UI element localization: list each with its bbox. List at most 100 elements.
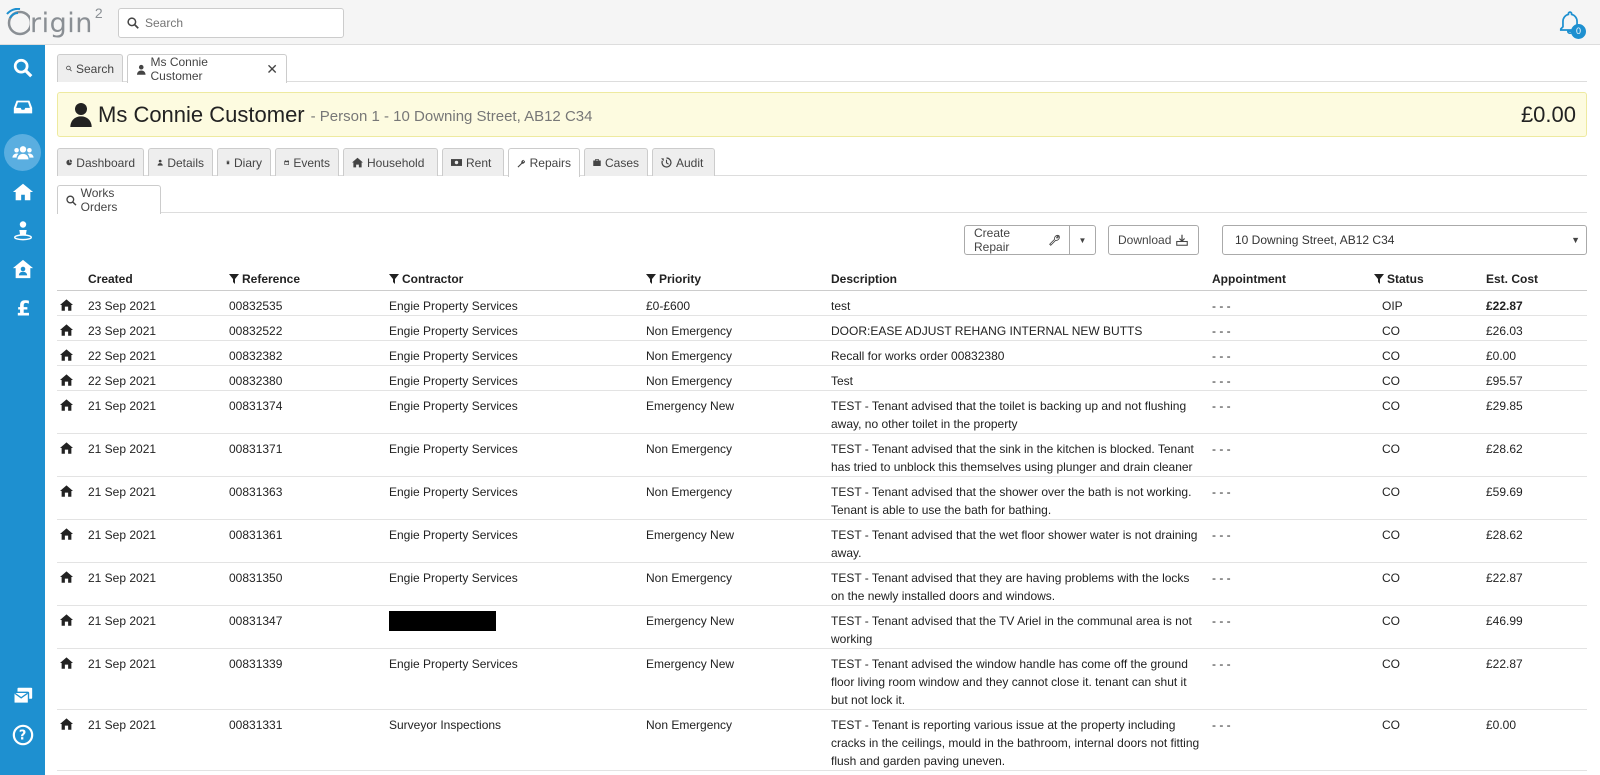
home-icon (60, 324, 73, 336)
column-contractor[interactable]: Contractor (389, 272, 463, 286)
sidebar-item-properties[interactable] (4, 173, 41, 210)
contractor-cell: Engie Property Services (389, 374, 518, 388)
create-repair-dropdown-button[interactable]: ▼ (1069, 225, 1096, 255)
property-link-icon[interactable] (60, 348, 73, 366)
tab-works-orders[interactable]: Works Orders (57, 185, 161, 214)
table-row[interactable]: 21 Sep 2021 00831339 Engie Property Servic… (57, 649, 1587, 710)
sidebar-item-inbox[interactable] (4, 88, 41, 125)
tab-label: Diary (233, 155, 262, 170)
customer-balance: £0.00 (1520, 101, 1576, 127)
sidebar-item-search[interactable] (4, 49, 41, 86)
sidebar-item-tenancies[interactable] (4, 250, 41, 287)
address-select[interactable]: 10 Downing Street, AB12 C34 ▼ (1222, 225, 1587, 255)
tab-label: Works Orders (80, 186, 118, 214)
contractor-cell: Engie Property Services (389, 528, 518, 542)
close-icon[interactable]: ✕ (266, 61, 278, 78)
property-link-icon[interactable] (60, 613, 73, 631)
tab-customer-record[interactable]: Ms Connie Customer ✕ (127, 54, 287, 83)
table-row[interactable]: 21 Sep 2021 00831350 Engie Property Servic… (57, 563, 1587, 606)
table-row[interactable]: 22 Sep 2021 00832382 Engie Property Servic… (57, 341, 1587, 366)
property-link-icon[interactable] (60, 398, 73, 416)
tab-label: Search (75, 61, 114, 76)
table-row[interactable]: 21 Sep 2021 00831331 Surveyor Inspections N… (57, 710, 1587, 771)
column-created[interactable]: Created (88, 272, 133, 286)
create-repair-button[interactable]: Create Repair (964, 225, 1070, 255)
filter-icon (229, 274, 239, 284)
sidebar-item-customers[interactable] (4, 134, 41, 171)
tab-events[interactable]: Events (275, 148, 339, 176)
column-label: Created (88, 272, 133, 286)
property-link-icon[interactable] (60, 656, 73, 674)
table-row[interactable]: 23 Sep 2021 00832535 Engie Property Servic… (57, 291, 1587, 316)
description-cell: TEST - Tenant advised the window handle … (831, 657, 1188, 707)
table-row[interactable]: 21 Sep 2021 00831361 Engie Property Servic… (57, 520, 1587, 563)
table-row[interactable]: 21 Sep 2021 00831347 Emergency New TEST - T… (57, 606, 1587, 649)
reference-cell: 00831371 (229, 442, 283, 456)
app-logo[interactable]: rigin 2 (4, 5, 103, 40)
sidebar-item-finance[interactable]: £ (4, 289, 41, 326)
est-cost-cell: £28.62 (1486, 442, 1523, 456)
sidebar-nav: £ ? (0, 45, 45, 775)
top-bar: rigin 2 0 (0, 0, 1600, 45)
sidebar-item-contacts[interactable] (4, 211, 41, 248)
tab-rent[interactable]: Rent (442, 148, 504, 176)
property-link-icon[interactable] (60, 527, 73, 545)
created-cell: 22 Sep 2021 (88, 349, 157, 363)
table-row[interactable]: 21 Sep 2021 00831374 Engie Property Servic… (57, 391, 1587, 434)
table-row[interactable]: 23 Sep 2021 00832522 Engie Property Servic… (57, 316, 1587, 341)
property-link-icon[interactable] (60, 570, 73, 588)
filter-icon (1374, 274, 1384, 284)
column-description[interactable]: Description (831, 272, 897, 286)
home-icon (352, 157, 363, 168)
column-est-cost[interactable]: Est. Cost (1486, 272, 1538, 286)
property-link-icon[interactable] (60, 373, 73, 391)
sidebar-item-help[interactable]: ? (4, 716, 41, 753)
tab-cases[interactable]: Cases (584, 148, 648, 176)
table-row[interactable]: 22 Sep 2021 00832380 Engie Property Servic… (57, 366, 1587, 391)
property-link-icon[interactable] (60, 323, 73, 341)
sidebar-item-messages[interactable] (4, 677, 41, 714)
tab-search[interactable]: Search (57, 54, 123, 82)
user-icon (157, 159, 163, 166)
table-row[interactable]: 21 Sep 2021 00831363 Engie Property Servic… (57, 477, 1587, 520)
property-link-icon[interactable] (60, 441, 73, 459)
tab-audit[interactable]: Audit (652, 148, 715, 176)
description-cell: DOOR:EASE ADJUST REHANG INTERNAL NEW BUT… (831, 324, 1143, 338)
tab-dashboard[interactable]: Dashboard (57, 148, 144, 176)
property-link-icon[interactable] (60, 484, 73, 502)
tab-household[interactable]: Household (343, 148, 438, 176)
tab-details[interactable]: Details (148, 148, 213, 176)
contractor-cell (389, 611, 496, 636)
search-icon (66, 195, 77, 206)
description-cell: TEST - Tenant advised that the shower ov… (831, 485, 1192, 517)
mail-stack-icon (12, 687, 32, 704)
inbox-icon (13, 100, 32, 113)
notifications-button[interactable]: 0 (1557, 10, 1587, 39)
tab-diary[interactable]: Diary (217, 148, 271, 176)
column-label: Description (831, 272, 898, 286)
created-cell: 21 Sep 2021 (88, 657, 157, 671)
priority-cell: Non Emergency (646, 718, 733, 732)
create-repair-label: Create Repair (974, 226, 1011, 254)
appointment-cell: - - - (1212, 299, 1231, 313)
property-link-icon[interactable] (60, 717, 73, 735)
column-label: Est. Cost (1486, 272, 1539, 286)
property-link-icon[interactable] (60, 298, 73, 316)
contractor-cell: Engie Property Services (389, 657, 518, 671)
status-cell: CO (1382, 442, 1400, 456)
tab-repairs[interactable]: Repairs (508, 148, 580, 177)
briefcase-icon (593, 159, 601, 166)
search-input[interactable] (145, 16, 335, 30)
table-row[interactable]: 21 Sep 2021 00831371 Engie Property Servic… (57, 434, 1587, 477)
column-appointment[interactable]: Appointment (1212, 272, 1286, 286)
column-priority[interactable]: Priority (646, 272, 701, 286)
global-search[interactable] (118, 8, 344, 38)
download-button[interactable]: Download (1108, 225, 1199, 255)
column-status[interactable]: Status (1374, 272, 1424, 286)
priority-cell: Emergency New (646, 657, 735, 671)
search-icon (66, 65, 72, 72)
home-icon (60, 657, 73, 669)
est-cost-cell: £95.57 (1486, 374, 1523, 388)
column-reference[interactable]: Reference (229, 272, 300, 286)
tab-label: Dashboard (76, 155, 135, 170)
